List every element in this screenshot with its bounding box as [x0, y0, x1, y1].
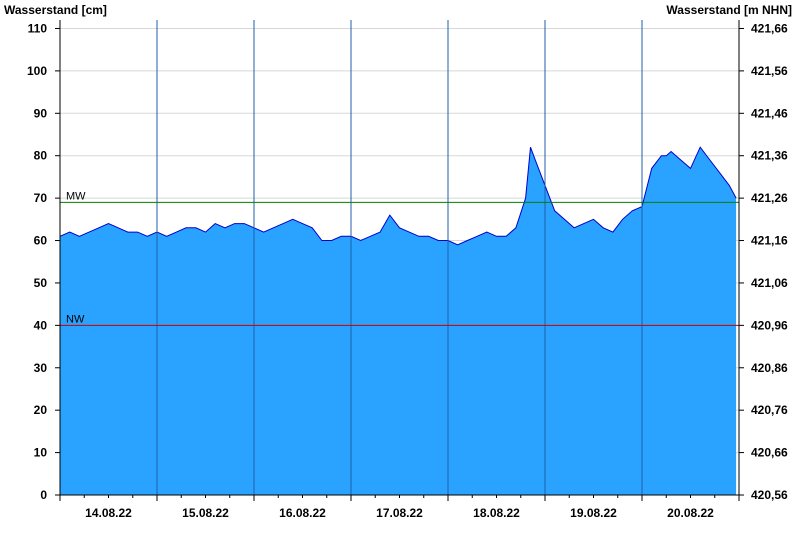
- right-tick-label: 420,56: [751, 488, 788, 502]
- x-tick-label: 17.08.22: [376, 506, 423, 520]
- right-tick-label: 420,76: [751, 403, 788, 417]
- x-tick-label: 18.08.22: [473, 506, 520, 520]
- left-tick-label: 40: [34, 318, 48, 332]
- right-tick-label: 421,16: [751, 234, 788, 248]
- x-tick-label: 15.08.22: [182, 506, 229, 520]
- right-axis-title: Wasserstand [m NHN]: [666, 3, 792, 17]
- left-tick-label: 10: [34, 446, 48, 460]
- left-tick-label: 30: [34, 361, 48, 375]
- right-tick-label: 421,26: [751, 191, 788, 205]
- water-level-chart: Wasserstand [cm] Wasserstand [m NHN] MW N…: [4, 3, 792, 520]
- x-axis-ticks: 14.08.22 15.08.22 16.08.22 17.08.22 18.08.22…: [59, 495, 740, 520]
- left-axis-title: Wasserstand [cm]: [4, 3, 107, 17]
- x-tick-label: 19.08.22: [570, 506, 617, 520]
- left-tick-label: 70: [34, 191, 48, 205]
- left-tick-label: 60: [34, 234, 48, 248]
- right-tick-label: 420,66: [751, 446, 788, 460]
- water-level-fill: [60, 147, 737, 495]
- water-level-area: [59, 146, 737, 495]
- right-tick-label: 421,06: [751, 276, 788, 290]
- x-tick-label: 16.08.22: [279, 506, 326, 520]
- right-tick-label: 421,46: [751, 106, 788, 120]
- x-tick-label: 20.08.22: [667, 506, 714, 520]
- x-tick-label: 14.08.22: [85, 506, 132, 520]
- left-tick-label: 90: [34, 106, 48, 120]
- left-tick-label: 100: [27, 64, 47, 78]
- right-tick-label: 420,86: [751, 361, 788, 375]
- right-y-axis-ticks: 420,56 420,66 420,76 420,86 420,96 421,06 421,…: [739, 21, 788, 502]
- left-tick-label: 80: [34, 149, 48, 163]
- left-tick-label: 110: [28, 21, 48, 35]
- left-y-axis-ticks: 0 10 20 30 40 50 60 70 80 90 100 110: [27, 21, 60, 502]
- left-tick-label: 50: [34, 276, 48, 290]
- right-tick-label: 421,36: [751, 149, 788, 163]
- reference-line-label: MW: [66, 190, 86, 202]
- right-tick-label: 421,56: [751, 64, 788, 78]
- right-tick-label: 420,96: [751, 318, 788, 332]
- left-tick-label: 20: [34, 403, 48, 417]
- right-tick-label: 421,66: [751, 21, 788, 35]
- reference-line-label: NW: [66, 313, 85, 325]
- left-tick-label: 0: [40, 488, 47, 502]
